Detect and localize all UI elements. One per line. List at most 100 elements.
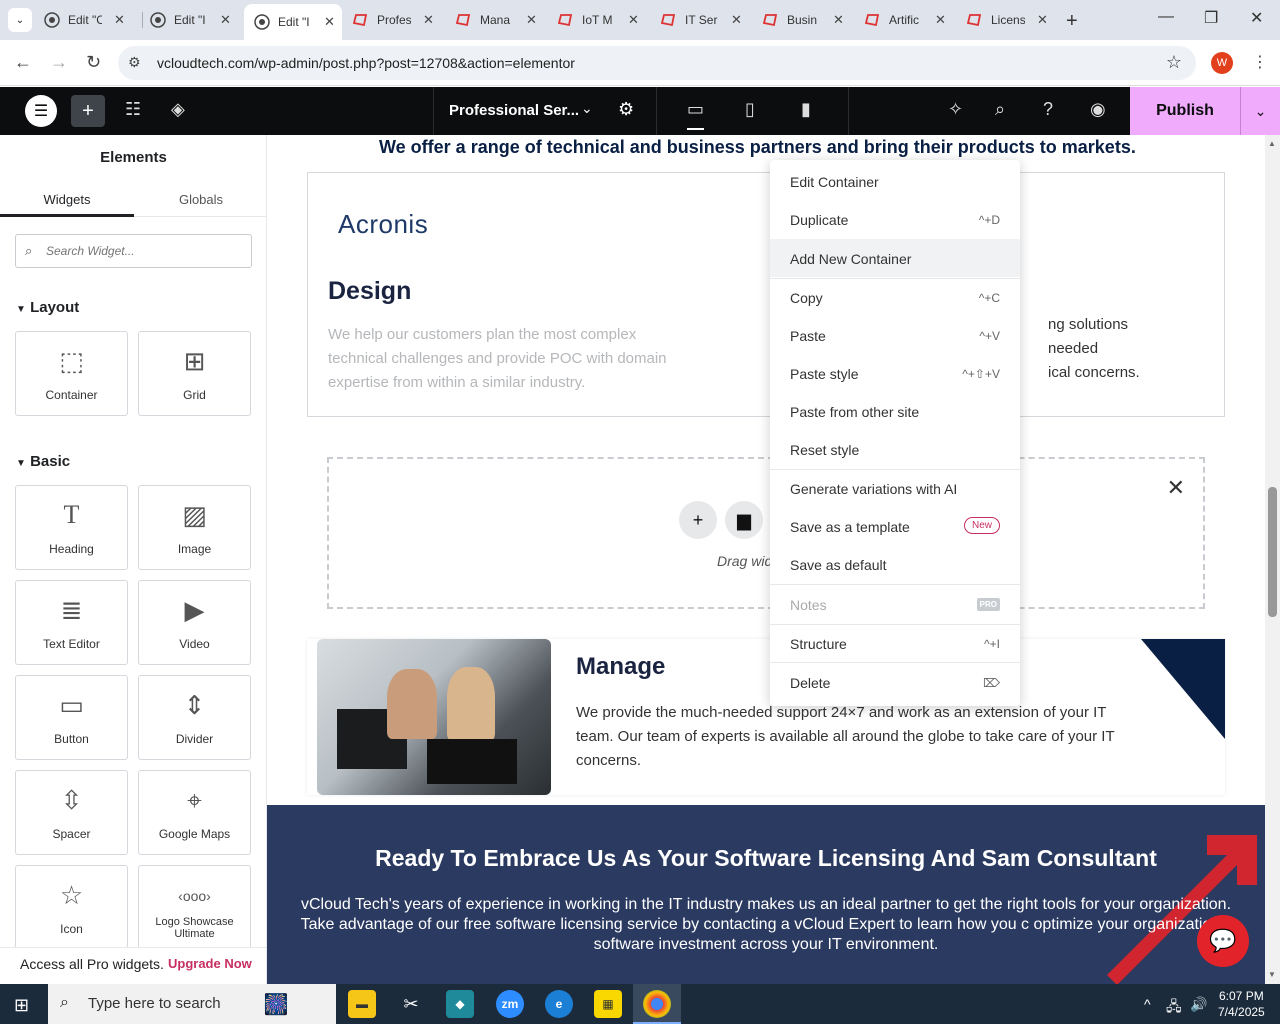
close-icon[interactable]: ✕ xyxy=(526,12,537,28)
forward-icon[interactable]: → xyxy=(50,52,68,73)
back-icon[interactable]: ← xyxy=(14,52,32,73)
mobile-icon[interactable]: ▮ xyxy=(801,99,811,120)
browser-tab[interactable]: Edit "C ✕ xyxy=(44,4,125,36)
intro-heading[interactable]: We offer a range of technical and busine… xyxy=(379,137,1136,158)
new-tab-button[interactable]: + xyxy=(1066,10,1078,33)
menu-item-paste-from-other-site[interactable]: Paste from other site xyxy=(770,392,1020,430)
scroll-up-icon[interactable]: ▲ xyxy=(1268,139,1276,148)
menu-item-generate-variations-ai[interactable]: Generate variations with AI xyxy=(770,469,1020,507)
manage-text[interactable]: We provide the much-needed support 24×7 … xyxy=(576,701,1116,773)
menu-item-structure[interactable]: Structure ^+I xyxy=(770,624,1020,662)
file-explorer-icon[interactable]: ▬ xyxy=(348,990,376,1018)
scroll-down-icon[interactable]: ▼ xyxy=(1268,970,1276,979)
browser-tab[interactable]: IT Ser ✕ xyxy=(661,4,742,36)
design-text[interactable]: We help our customers plan the most comp… xyxy=(328,323,688,395)
menu-item-paste[interactable]: Paste ^+V xyxy=(770,316,1020,354)
widget-logo-showcase[interactable]: ‹ooo› Logo Showcase Ultimate xyxy=(138,865,251,950)
widget-heading[interactable]: T Heading xyxy=(15,485,128,570)
section-basic[interactable]: ▼ Basic xyxy=(16,453,70,470)
menu-item-save-as-template[interactable]: Save as a template New xyxy=(770,507,1020,545)
close-icon[interactable]: ✕ xyxy=(114,12,125,28)
close-icon[interactable]: ✕ xyxy=(833,12,844,28)
add-element-button[interactable]: + xyxy=(71,95,105,127)
close-icon[interactable]: ✕ xyxy=(423,12,434,28)
widget-grid[interactable]: ⊞ Grid xyxy=(138,331,251,416)
preview-eye-icon[interactable]: ◉ xyxy=(1090,99,1106,120)
browser-tab[interactable]: Mana ✕ xyxy=(456,4,537,36)
close-icon[interactable]: ✕ xyxy=(220,12,231,28)
widget-button[interactable]: ▭ Button xyxy=(15,675,128,760)
help-icon[interactable]: ? xyxy=(1043,99,1053,120)
site-info-icon[interactable]: ⚙ xyxy=(128,54,141,71)
publish-button[interactable]: Publish xyxy=(1130,87,1240,135)
browser-tab[interactable]: Licens ✕ xyxy=(967,4,1048,36)
menu-item-notes[interactable]: Notes PRO xyxy=(770,585,1020,623)
browser-tab[interactable]: Edit "I ✕ xyxy=(150,4,231,36)
menu-item-save-as-default[interactable]: Save as default xyxy=(770,545,1020,583)
manage-card[interactable]: Manage We provide the much-needed suppor… xyxy=(307,639,1225,795)
chat-widget-icon[interactable]: 💬 xyxy=(1197,915,1249,967)
widget-search[interactable]: ⌕ xyxy=(15,234,252,268)
elementor-logo-icon[interactable]: ☰ xyxy=(25,95,57,127)
menu-item-duplicate[interactable]: Duplicate ^+D xyxy=(770,200,1020,238)
widget-spacer[interactable]: ⇳ Spacer xyxy=(15,770,128,855)
widget-video[interactable]: ▶ Video xyxy=(138,580,251,665)
page-settings-icon[interactable]: ⚙ xyxy=(618,99,634,120)
canvas-scrollbar[interactable]: ▲ ▼ xyxy=(1265,135,1280,984)
menu-dots-icon[interactable]: ⋮ xyxy=(1252,52,1268,72)
menu-item-reset-style[interactable]: Reset style xyxy=(770,430,1020,468)
widget-divider[interactable]: ⇕ Divider xyxy=(138,675,251,760)
edge-icon[interactable]: e xyxy=(545,990,573,1018)
close-window-icon[interactable]: ✕ xyxy=(1250,8,1263,28)
add-template-folder-button[interactable]: ▆ xyxy=(725,501,763,539)
desktop-icon[interactable]: ▭ xyxy=(687,99,705,130)
widget-image[interactable]: ▨ Image xyxy=(138,485,251,570)
browser-tab-active[interactable]: Edit "I ✕ xyxy=(244,4,342,40)
menu-item-delete[interactable]: Delete ⌦ xyxy=(770,663,1020,701)
widget-container[interactable]: ⬚ Container xyxy=(15,331,128,416)
menu-item-edit-container[interactable]: Edit Container xyxy=(770,162,1020,200)
close-icon[interactable]: ✕ xyxy=(324,14,335,30)
tablet-icon[interactable]: ▯ xyxy=(745,99,755,120)
design-card[interactable]: Acronis Design We help our customers pla… xyxy=(307,172,1225,417)
tab-widgets[interactable]: Widgets xyxy=(0,192,134,217)
browser-tab[interactable]: IoT M ✕ xyxy=(558,4,639,36)
close-icon[interactable]: ✕ xyxy=(1167,475,1185,501)
cta-banner[interactable]: Ready To Embrace Us As Your Software Lic… xyxy=(267,805,1265,984)
app-icon[interactable]: ◆ xyxy=(446,990,474,1018)
widget-text-editor[interactable]: ≣ Text Editor xyxy=(15,580,128,665)
tab-globals[interactable]: Globals xyxy=(134,192,266,207)
windows-start-icon[interactable]: ⊞ xyxy=(14,995,29,1016)
scrollbar-thumb[interactable] xyxy=(1268,487,1277,617)
empty-container-dropzone[interactable]: + ▆ Drag widg ✕ xyxy=(327,457,1205,609)
omnibox[interactable]: ⚙ vcloudtech.com/wp-admin/post.php?post=… xyxy=(118,46,1196,80)
browser-tab[interactable]: Artific ✕ xyxy=(865,4,946,36)
zoom-icon[interactable]: zm xyxy=(496,990,524,1018)
banner-text[interactable]: vCloud Tech's years of experience in wor… xyxy=(297,895,1235,955)
widget-google-maps[interactable]: ⌖ Google Maps xyxy=(138,770,251,855)
reload-icon[interactable]: ↻ xyxy=(86,52,101,73)
network-icon[interactable]: 🖧 xyxy=(1166,996,1182,1020)
close-icon[interactable]: ✕ xyxy=(935,12,946,28)
browser-tab[interactable]: Busin ✕ xyxy=(763,4,844,36)
document-selector[interactable]: Professional Ser... ⌄ ⚙ xyxy=(433,87,657,135)
design-title[interactable]: Design xyxy=(328,277,411,306)
notifications-icon[interactable]: ✧ xyxy=(948,99,963,120)
close-icon[interactable]: ✕ xyxy=(628,12,639,28)
tab-search-button[interactable]: ⌄ xyxy=(8,8,32,32)
widget-icon[interactable]: ☆ Icon xyxy=(15,865,128,950)
minimize-icon[interactable]: — xyxy=(1158,8,1174,26)
menu-item-add-new-container[interactable]: Add New Container xyxy=(770,239,1020,277)
settings-sliders-icon[interactable]: ☷ xyxy=(125,99,141,120)
system-clock[interactable]: 6:07 PM 7/4/2025 xyxy=(1218,988,1265,1020)
fireworks-icon[interactable]: 🎆 xyxy=(262,990,290,1018)
browser-tab[interactable]: Profes ✕ xyxy=(353,4,434,36)
widget-search-input[interactable] xyxy=(46,241,241,261)
banner-heading[interactable]: Ready To Embrace Us As Your Software Lic… xyxy=(267,845,1265,872)
chrome-icon[interactable] xyxy=(643,990,671,1018)
partial-text-right[interactable]: ng solutions needed ical concerns. xyxy=(1048,313,1140,385)
upgrade-now-link[interactable]: Upgrade Now xyxy=(168,956,252,971)
restore-icon[interactable]: ❐ xyxy=(1204,8,1218,28)
snipping-tool-icon[interactable]: ✂ xyxy=(397,990,425,1018)
url-text[interactable]: vcloudtech.com/wp-admin/post.php?post=12… xyxy=(157,55,575,71)
